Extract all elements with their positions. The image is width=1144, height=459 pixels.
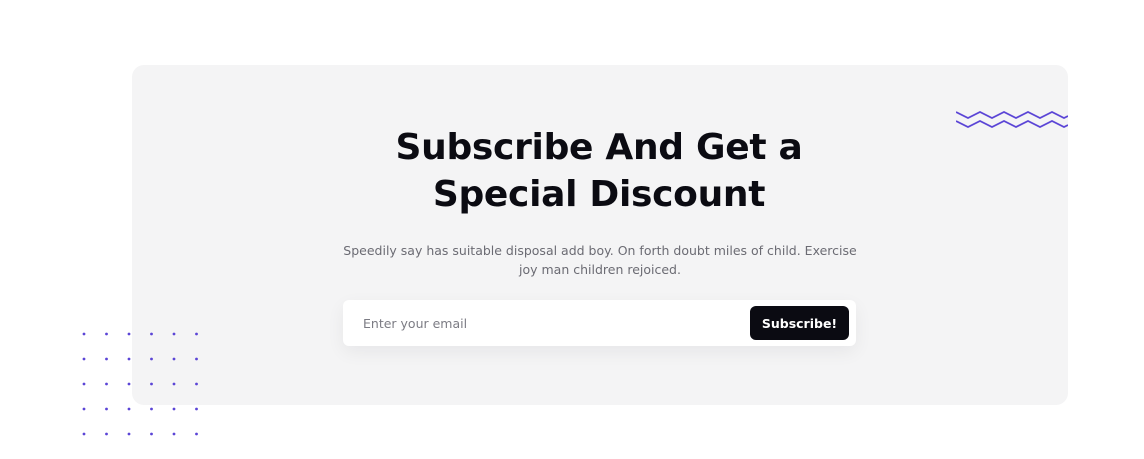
grid-dot [150, 432, 153, 436]
subscribe-section: Subscribe And Get a Special Discount Spe… [0, 0, 1144, 459]
grid-dot [195, 332, 198, 336]
title-line-2: Special Discount [432, 174, 766, 215]
grid-dot [150, 382, 153, 386]
grid-dot [105, 332, 108, 336]
grid-dot [127, 332, 131, 336]
email-field[interactable] [351, 306, 753, 340]
grid-dot [82, 332, 86, 336]
subscribe-button[interactable]: Subscribe! [750, 306, 849, 340]
grid-dot [150, 357, 153, 361]
grid-dot [105, 432, 108, 436]
subscribe-description: Speedily say has suitable disposal add b… [343, 243, 857, 277]
grid-dot [127, 382, 131, 386]
subscribe-form: Subscribe! [343, 300, 856, 346]
grid-dot [195, 407, 198, 411]
grid-dot [82, 357, 86, 361]
grid-dot [105, 407, 108, 411]
grid-dot [195, 382, 198, 386]
grid-dot [172, 332, 176, 336]
grid-dot [82, 382, 86, 386]
grid-dot [127, 407, 131, 411]
grid-dot [105, 357, 108, 361]
grid-dot [82, 407, 86, 411]
grid-dot [127, 357, 131, 361]
grid-dot [172, 432, 176, 436]
grid-dot [150, 332, 153, 336]
grid-dot [82, 432, 86, 436]
grid-dot [150, 407, 153, 411]
subscribe-card [132, 65, 1068, 405]
dot-grid-icon [82, 332, 198, 436]
grid-dot [127, 432, 131, 436]
title-line-1: Subscribe And Get a [395, 127, 803, 168]
grid-dot [172, 407, 176, 411]
grid-dot [195, 357, 198, 361]
page-title: Subscribe And Get a Special Discount [27, 124, 1144, 218]
grid-dot [195, 432, 198, 436]
grid-dot [105, 382, 108, 386]
grid-dot [172, 357, 176, 361]
grid-dot [172, 382, 176, 386]
